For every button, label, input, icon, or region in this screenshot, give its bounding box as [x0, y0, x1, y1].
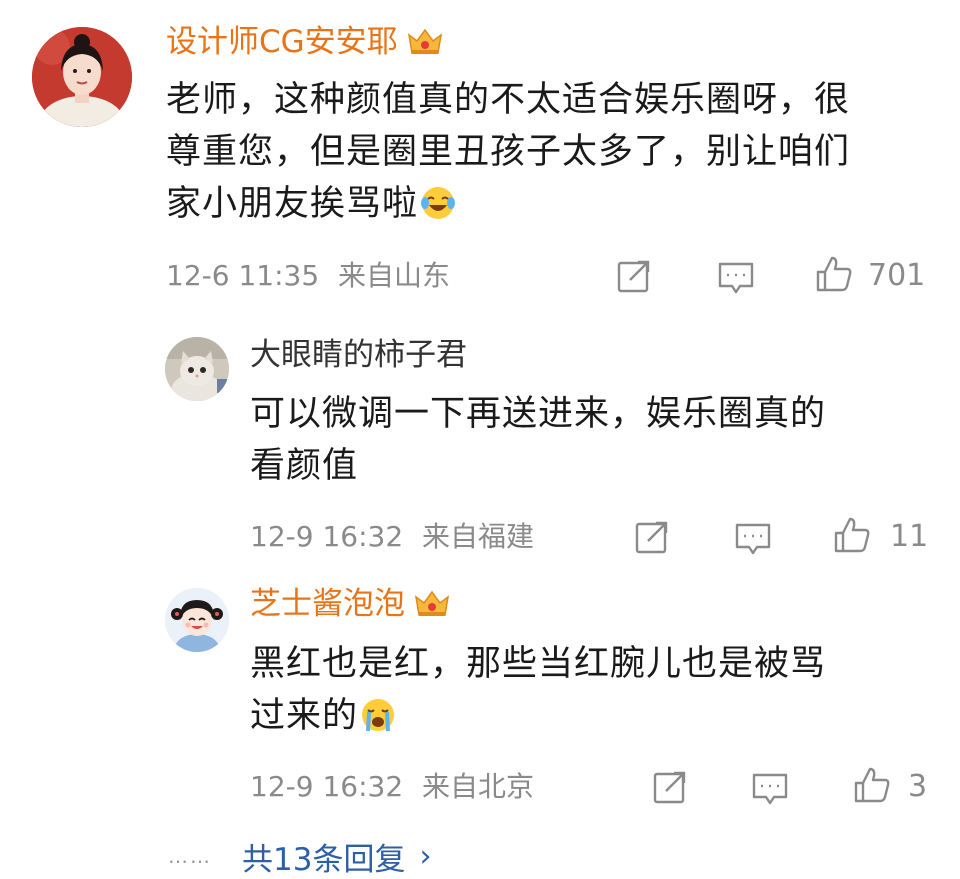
comment-line-last: 过来的 — [250, 690, 940, 742]
comment-line-last: 家小朋友挨骂啦 — [166, 178, 946, 230]
comment-text: 老师，这种颜值真的不太适合娱乐圈呀，很 尊重您，但是圈里丑孩子太多了，别让咱们 … — [166, 74, 946, 230]
vip-crown-icon — [414, 590, 450, 616]
comment-meta: 12-9 16:32 来自福建 — [250, 519, 534, 555]
share-icon[interactable] — [614, 256, 654, 296]
comment-meta: 12-6 11:35 来自山东 — [166, 258, 450, 294]
comment-line: 老师，这种颜值真的不太适合娱乐圈呀，很 — [166, 80, 851, 120]
timestamp: 12-9 16:32 — [250, 770, 404, 803]
crying-emoji — [362, 699, 395, 732]
comment-line: 尊重您，但是圈里丑孩子太多了，别让咱们 — [166, 132, 851, 172]
timestamp: 12-9 16:32 — [250, 520, 404, 553]
dots: …… — [168, 844, 212, 868]
comment-icon[interactable] — [733, 519, 773, 559]
like-icon[interactable] — [852, 765, 892, 805]
username-text[interactable]: 大眼睛的柿子君 — [250, 335, 467, 375]
avatar[interactable] — [165, 588, 229, 652]
comment-line: 黑红也是红，那些当红腕儿也是被骂 — [250, 644, 827, 684]
username[interactable]: 大眼睛的柿子君 — [250, 335, 467, 375]
comment-line: 看颜值 — [250, 446, 359, 486]
laugh-cry-emoji — [421, 187, 456, 219]
comment-text: 可以微调一下再送进来，娱乐圈真的 看颜值 — [250, 388, 940, 492]
avatar[interactable] — [32, 27, 132, 127]
comment-icon[interactable] — [716, 258, 756, 298]
username[interactable]: 设计师CG安安耶 — [166, 22, 444, 62]
like-count: 3 — [908, 769, 928, 804]
share-icon[interactable] — [632, 517, 672, 557]
timestamp: 12-6 11:35 — [166, 259, 320, 292]
like-icon[interactable] — [814, 254, 854, 294]
comment-line: 可以微调一下再送进来，娱乐圈真的 — [250, 394, 827, 434]
avatar[interactable] — [165, 337, 229, 401]
comment-line: 过来的 — [250, 696, 359, 736]
username[interactable]: 芝士酱泡泡 — [250, 584, 451, 624]
location: 来自福建 — [422, 520, 535, 553]
username-text[interactable]: 芝士酱泡泡 — [250, 584, 405, 624]
chevron-right-icon[interactable]: › — [419, 839, 431, 874]
vip-crown-icon — [407, 28, 442, 54]
like-count: 11 — [890, 519, 929, 554]
share-icon[interactable] — [650, 767, 690, 807]
comment-meta: 12-9 16:32 来自北京 — [250, 769, 534, 805]
comment-line: 家小朋友挨骂啦 — [166, 184, 419, 224]
like-icon[interactable] — [832, 515, 872, 555]
comment-text: 黑红也是红，那些当红腕儿也是被骂 过来的 — [250, 638, 940, 742]
location: 来自山东 — [338, 259, 451, 292]
more-replies-link[interactable]: 共13条回复 — [242, 834, 405, 879]
more-replies-row[interactable]: …… 共13条回复 › — [168, 834, 431, 878]
username-text[interactable]: 设计师CG安安耶 — [166, 22, 398, 62]
location: 来自北京 — [422, 770, 535, 803]
comment-icon[interactable] — [750, 769, 790, 809]
like-count: 701 — [868, 258, 926, 293]
